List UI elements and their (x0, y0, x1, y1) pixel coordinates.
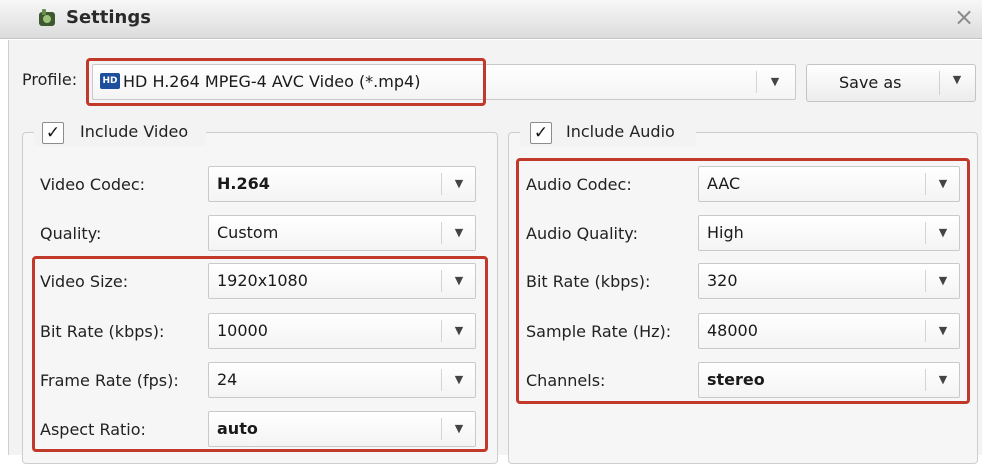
audio-quality-dropdown[interactable]: High ▼ (698, 215, 960, 251)
audio-field-label: Channels: (526, 371, 606, 390)
video-codec-value: H.264 (217, 174, 270, 193)
quality-value: Custom (217, 223, 279, 242)
dropdown-separator (925, 320, 926, 342)
dropdown-separator (925, 173, 926, 195)
chevron-down-icon[interactable]: ▼ (947, 73, 967, 86)
audio-field-label: Bit Rate (kbps): (526, 272, 651, 291)
video-bitrate-value: 10000 (217, 321, 268, 340)
save-as-label: Save as (839, 73, 902, 92)
chevron-down-icon[interactable]: ▼ (449, 174, 469, 194)
dropdown-separator (441, 369, 442, 391)
quality-dropdown[interactable]: Custom ▼ (208, 215, 476, 251)
audio-field-label: Audio Quality: (526, 224, 638, 243)
frame-rate-value: 24 (217, 370, 238, 389)
video-bitrate-dropdown[interactable]: 10000 ▼ (208, 313, 476, 349)
chevron-down-icon[interactable]: ▼ (933, 321, 953, 341)
profile-label: Profile: (22, 70, 78, 89)
save-as-separator (939, 71, 940, 95)
chevron-down-icon[interactable]: ▼ (933, 174, 953, 194)
video-field-label: Aspect Ratio: (40, 420, 146, 439)
audio-quality-value: High (707, 223, 744, 242)
close-icon[interactable]: × (950, 3, 978, 31)
dropdown-separator (441, 270, 442, 292)
include-video-checkbox[interactable]: ✓ (42, 122, 64, 144)
audio-bitrate-dropdown[interactable]: 320 ▼ (698, 263, 960, 299)
audio-codec-dropdown[interactable]: AAC ▼ (698, 166, 960, 202)
profile-dropdown-separator (756, 71, 757, 93)
chevron-down-icon[interactable]: ▼ (449, 370, 469, 390)
window-title: Settings (66, 7, 151, 28)
chevron-down-icon[interactable]: ▼ (449, 223, 469, 243)
dropdown-separator (925, 270, 926, 292)
video-size-dropdown[interactable]: 1920x1080 ▼ (208, 263, 476, 299)
dropdown-separator (441, 320, 442, 342)
audio-field-label: Sample Rate (Hz): (526, 322, 672, 341)
chevron-down-icon[interactable]: ▼ (449, 321, 469, 341)
sample-rate-dropdown[interactable]: 48000 ▼ (698, 313, 960, 349)
hd-video-icon: HD (100, 73, 120, 89)
video-size-value: 1920x1080 (217, 271, 308, 290)
title-bar: Settings × (0, 0, 982, 39)
aspect-ratio-dropdown[interactable]: auto ▼ (208, 411, 476, 447)
include-video-label: Include Video (80, 122, 189, 141)
aspect-ratio-value: auto (217, 419, 258, 438)
video-field-label: Video Size: (40, 272, 129, 291)
audio-field-label: Audio Codec: (526, 175, 632, 194)
include-audio-label: Include Audio (566, 122, 675, 141)
channels-dropdown[interactable]: stereo ▼ (698, 362, 960, 398)
audio-bitrate-value: 320 (707, 271, 738, 290)
video-field-label: Quality: (40, 224, 102, 243)
audio-codec-value: AAC (707, 174, 741, 193)
dropdown-separator (441, 173, 442, 195)
app-icon (39, 9, 55, 26)
settings-window: Settings × Profile: HD H.264 MPEG-4 AVC … (0, 0, 982, 464)
sample-rate-value: 48000 (707, 321, 758, 340)
save-as-button[interactable]: Save as ▼ (806, 64, 976, 102)
video-codec-dropdown[interactable]: H.264 ▼ (208, 166, 476, 202)
chevron-down-icon[interactable]: ▼ (933, 271, 953, 291)
dropdown-separator (925, 222, 926, 244)
video-field-label: Bit Rate (kbps): (40, 322, 165, 341)
chevron-down-icon[interactable]: ▼ (449, 419, 469, 439)
include-audio-checkbox[interactable]: ✓ (530, 122, 552, 144)
dropdown-separator (441, 418, 442, 440)
chevron-down-icon[interactable]: ▼ (933, 370, 953, 390)
chevron-down-icon[interactable]: ▼ (933, 223, 953, 243)
video-field-label: Video Codec: (40, 175, 146, 194)
dropdown-separator (441, 222, 442, 244)
video-field-label: Frame Rate (fps): (40, 371, 179, 390)
chevron-down-icon[interactable]: ▼ (449, 271, 469, 291)
frame-rate-dropdown[interactable]: 24 ▼ (208, 362, 476, 398)
channels-value: stereo (707, 370, 765, 389)
profile-dropdown[interactable]: HD H.264 MPEG-4 AVC Video (*.mp4) ▼ (92, 64, 796, 100)
chevron-down-icon[interactable]: ▼ (765, 72, 785, 92)
dropdown-separator (925, 369, 926, 391)
profile-value: HD H.264 MPEG-4 AVC Video (*.mp4) (123, 72, 421, 91)
